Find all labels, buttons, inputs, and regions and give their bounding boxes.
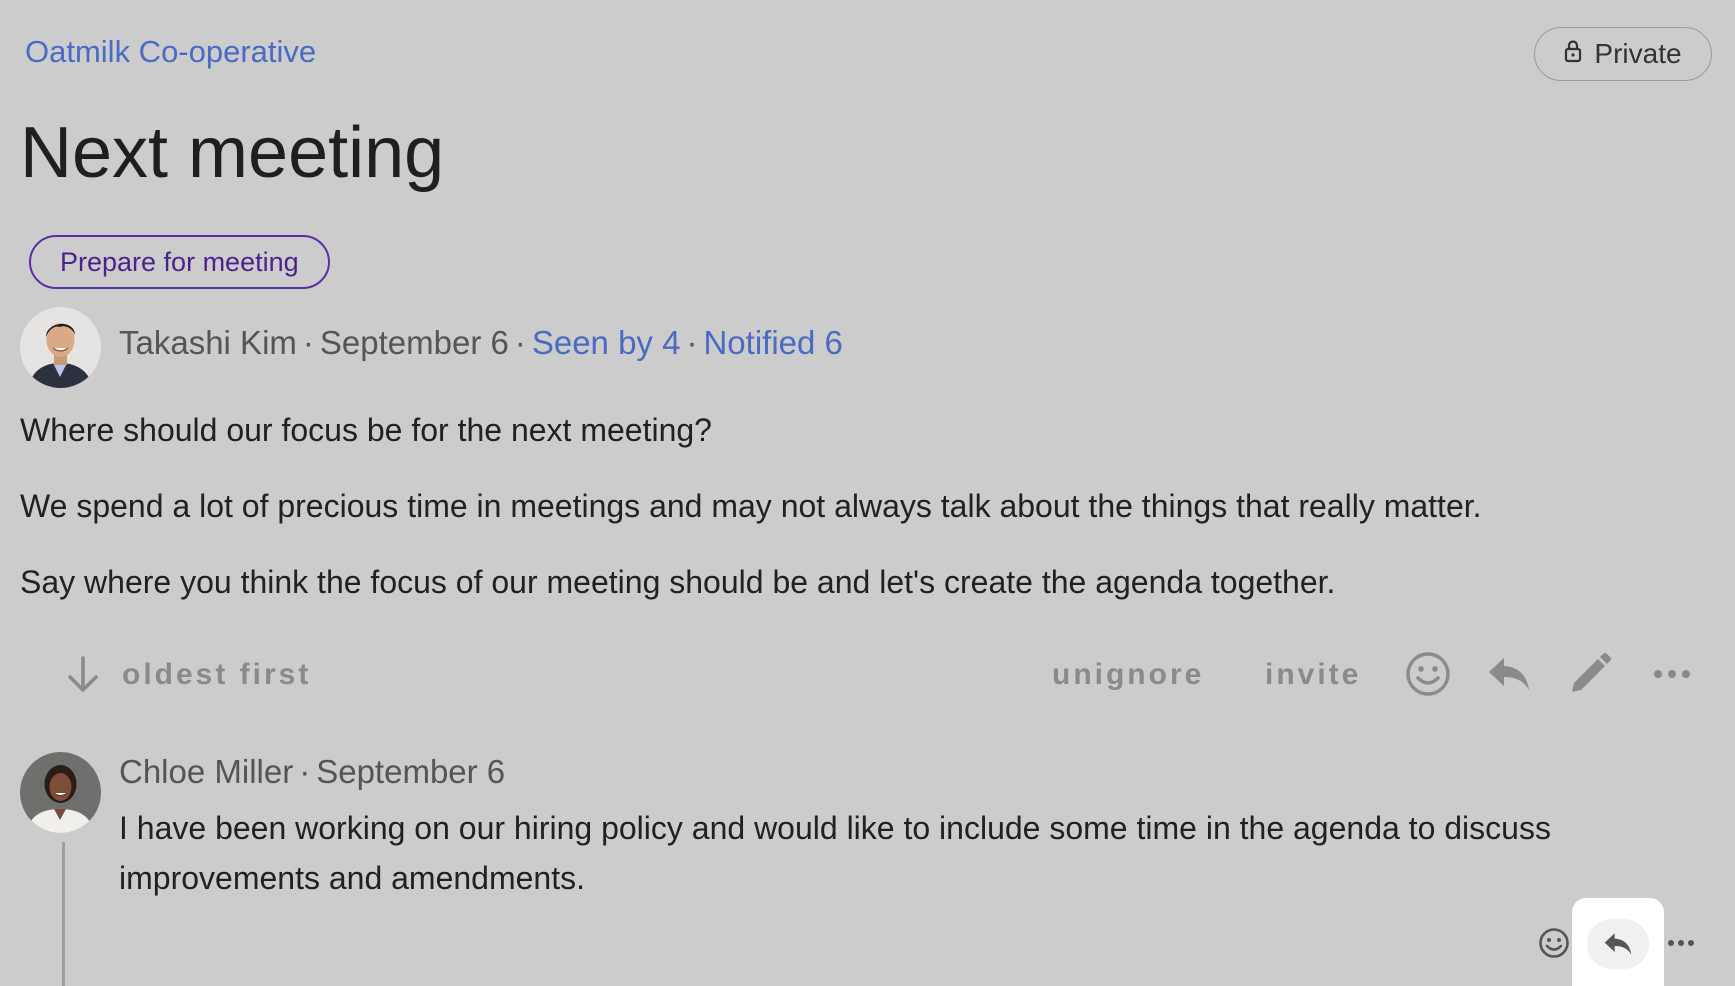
discussion-paragraph: Say where you think the focus of our mee… <box>20 564 1336 600</box>
author-name[interactable]: Takashi Kim <box>119 324 297 361</box>
seen-by-link[interactable]: Seen by 4 <box>532 324 681 361</box>
page-title: Next meeting <box>20 113 445 193</box>
more-icon[interactable] <box>1664 933 1698 953</box>
comment-text-line: I have been working on our hiring policy… <box>119 810 1551 846</box>
emoji-icon[interactable] <box>1536 925 1572 961</box>
comment-text-line: improvements and amendments. <box>119 860 585 896</box>
comment-date[interactable]: September 6 <box>316 753 505 790</box>
arrow-down-icon[interactable] <box>62 652 104 698</box>
invite-button[interactable]: invite <box>1265 658 1361 692</box>
sort-order-button[interactable]: oldest first <box>122 658 311 692</box>
commenter-name[interactable]: Chloe Miller <box>119 753 293 790</box>
post-date[interactable]: September 6 <box>320 324 509 361</box>
edit-icon[interactable] <box>1566 650 1614 698</box>
tag-chip[interactable]: Prepare for meeting <box>29 235 330 289</box>
group-name-link[interactable]: Oatmilk Co-operative <box>25 34 316 70</box>
commenter-avatar[interactable] <box>20 752 101 833</box>
discussion-paragraph: We spend a lot of precious time in meeti… <box>20 488 1482 524</box>
privacy-badge[interactable]: Private <box>1534 27 1712 81</box>
emoji-icon[interactable] <box>1404 650 1452 698</box>
author-avatar[interactable] <box>20 307 101 388</box>
comment-meta: Chloe Miller · September 6 <box>119 753 506 790</box>
privacy-label: Private <box>1594 38 1682 69</box>
reply-icon[interactable] <box>1587 919 1649 969</box>
reply-icon[interactable] <box>1485 652 1533 696</box>
lock-icon <box>1564 38 1582 70</box>
thread-line <box>62 842 65 986</box>
discussion-meta: Takashi Kim · September 6 · Seen by 4 · Notifi… <box>119 324 843 361</box>
unignore-button[interactable]: unignore <box>1052 658 1204 692</box>
notified-link[interactable]: Notified 6 <box>703 324 842 361</box>
more-icon[interactable] <box>1650 660 1694 688</box>
discussion-paragraph: Where should our focus be for the next m… <box>20 412 712 448</box>
